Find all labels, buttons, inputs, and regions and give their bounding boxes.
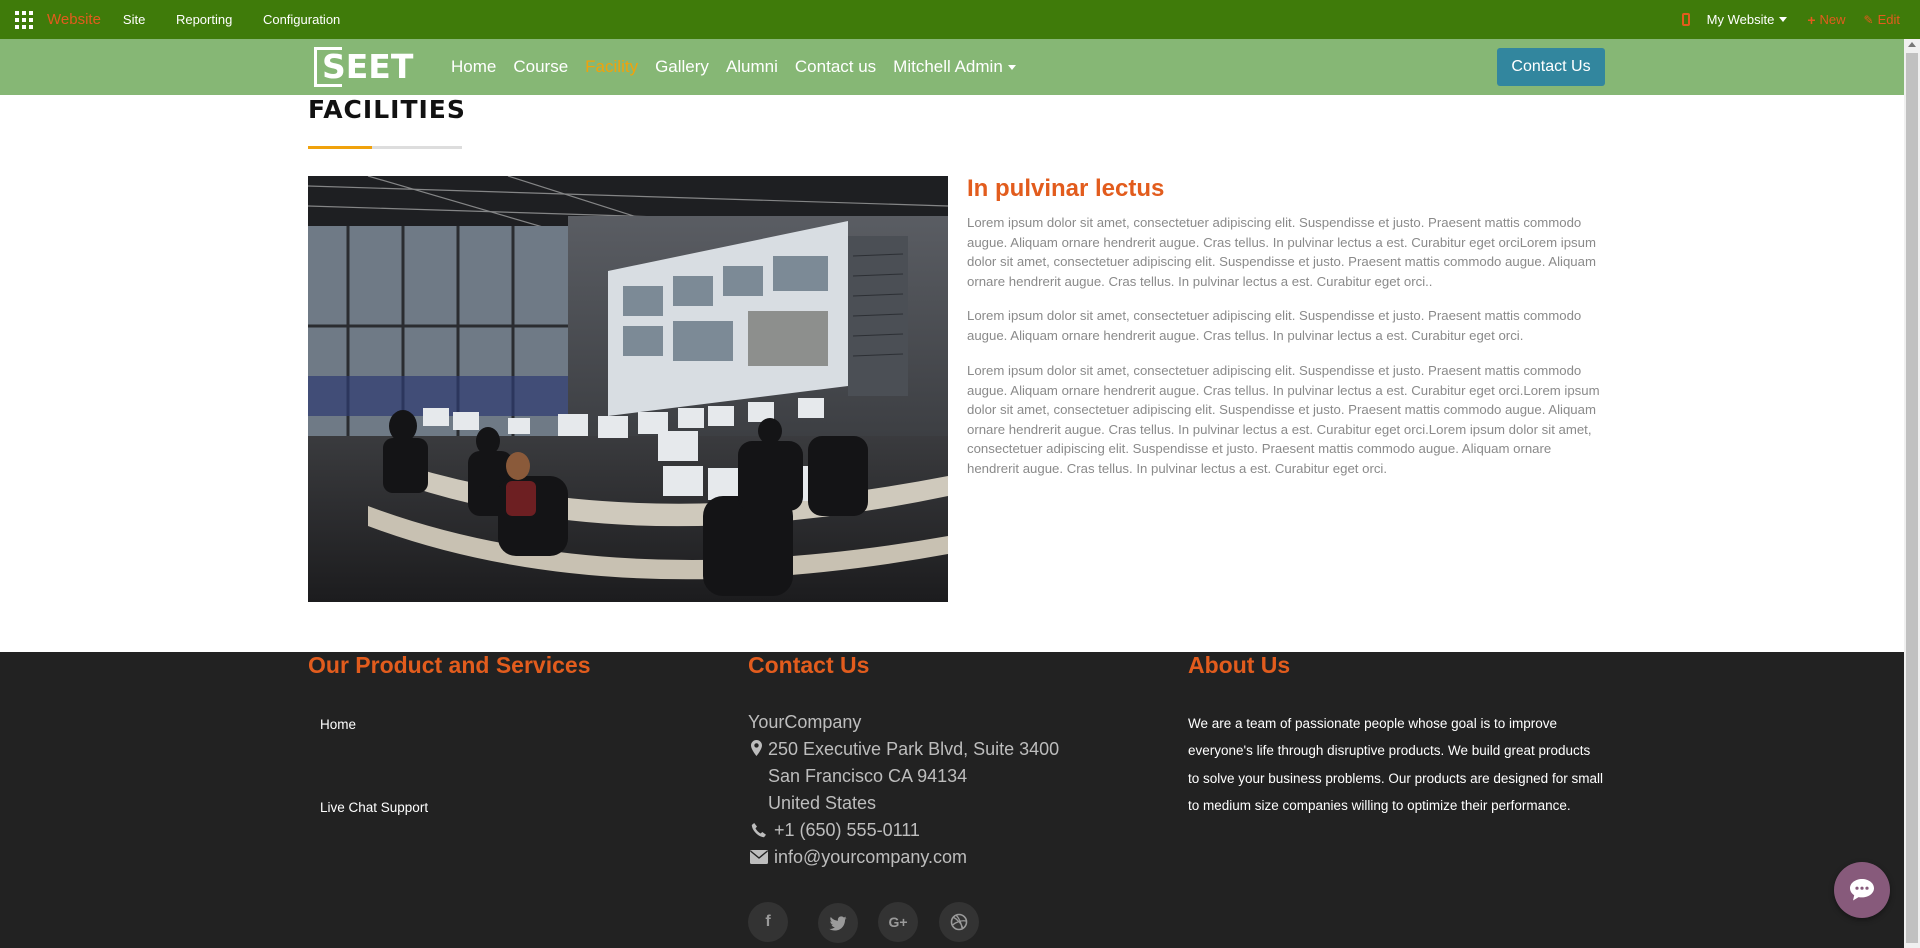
footer-address-line: 250 Executive Park Blvd, Suite 3400	[768, 739, 1060, 759]
admin-menu-site[interactable]: Site	[123, 12, 145, 27]
article-heading: In pulvinar lectus	[967, 175, 1165, 202]
footer-phone[interactable]: +1 (650) 555-0111	[774, 820, 920, 841]
facility-photo	[308, 176, 948, 602]
footer-about-text: We are a team of passionate people whose…	[1188, 716, 1603, 813]
admin-brand[interactable]: Website	[47, 11, 101, 28]
twitter-icon[interactable]	[818, 903, 858, 943]
admin-menu-reporting[interactable]: Reporting	[176, 12, 232, 27]
article-paragraph: Lorem ipsum dolor sit amet, consectetuer…	[967, 215, 1596, 289]
new-button-label: New	[1819, 12, 1846, 27]
facebook-icon[interactable]: f	[748, 902, 788, 942]
google-plus-icon[interactable]: G+	[878, 902, 918, 942]
plus-icon: +	[1807, 11, 1816, 28]
user-menu[interactable]: Mitchell Admin	[893, 57, 1016, 77]
footer-company-name: YourCompany	[748, 712, 862, 732]
nav-gallery[interactable]: Gallery	[655, 57, 709, 77]
envelope-icon	[750, 850, 768, 869]
footer-address-line: United States	[768, 793, 877, 813]
contact-us-button[interactable]: Contact Us	[1497, 48, 1605, 86]
footer-about-heading: About Us	[1188, 652, 1291, 678]
user-menu-label: Mitchell Admin	[893, 57, 1003, 76]
main-nav: Home Course Facility Gallery Alumni Cont…	[451, 39, 1033, 95]
nav-facility[interactable]: Facility	[585, 57, 638, 77]
page-title: FACILITIES	[308, 95, 466, 124]
admin-menu-configuration[interactable]: Configuration	[263, 12, 340, 27]
footer-address-line: San Francisco CA 94134	[768, 766, 968, 786]
edit-button[interactable]: ✎ Edit	[1864, 12, 1900, 27]
control-room-image	[308, 176, 948, 602]
admin-bar: Website Site Reporting Configuration My …	[0, 0, 1920, 39]
map-marker-icon	[751, 740, 762, 761]
footer-link-home[interactable]: Home	[320, 717, 356, 732]
live-chat-button[interactable]	[1834, 862, 1890, 918]
website-selector[interactable]: My Website	[1707, 12, 1788, 27]
chat-icon	[1850, 879, 1874, 901]
article-paragraph: Lorem ipsum dolor sit amet, consectetuer…	[967, 363, 1600, 476]
footer-email[interactable]: info@yourcompany.com	[774, 847, 967, 868]
site-logo[interactable]: SEET	[314, 47, 413, 87]
nav-home[interactable]: Home	[451, 57, 496, 77]
pencil-icon: ✎	[1863, 12, 1874, 27]
nav-alumni[interactable]: Alumni	[726, 57, 778, 77]
logo-frame	[314, 47, 342, 87]
dribbble-icon[interactable]	[939, 902, 979, 942]
scrollbar-thumb[interactable]	[1906, 53, 1918, 943]
chevron-down-icon	[1779, 17, 1788, 22]
nav-contact-us[interactable]: Contact us	[795, 57, 876, 77]
mobile-preview-icon[interactable]	[1681, 13, 1690, 26]
phone-icon	[751, 822, 767, 843]
scroll-up-arrow-icon[interactable]	[1908, 42, 1916, 47]
new-button[interactable]: + New	[1807, 12, 1845, 28]
title-underline-accent	[308, 146, 372, 149]
page-scrollbar[interactable]	[1904, 39, 1920, 948]
footer-contact-heading: Contact Us	[748, 652, 870, 678]
site-header: SEET Home Course Facility Gallery Alumni…	[0, 39, 1904, 95]
admin-right-actions: My Website + New ✎ Edit	[1681, 0, 1900, 39]
title-underline	[308, 146, 462, 149]
website-selector-label: My Website	[1706, 12, 1775, 27]
article-paragraph: Lorem ipsum dolor sit amet, consectetuer…	[967, 308, 1582, 343]
footer-link-live-chat-support[interactable]: Live Chat Support	[320, 800, 428, 815]
edit-button-label: Edit	[1877, 12, 1900, 27]
footer-products-heading: Our Product and Services	[308, 652, 591, 678]
apps-grid-icon[interactable]	[15, 10, 33, 29]
chevron-down-icon	[1007, 64, 1016, 70]
admin-menu: Site Reporting Configuration	[123, 12, 367, 27]
nav-course[interactable]: Course	[513, 57, 568, 77]
